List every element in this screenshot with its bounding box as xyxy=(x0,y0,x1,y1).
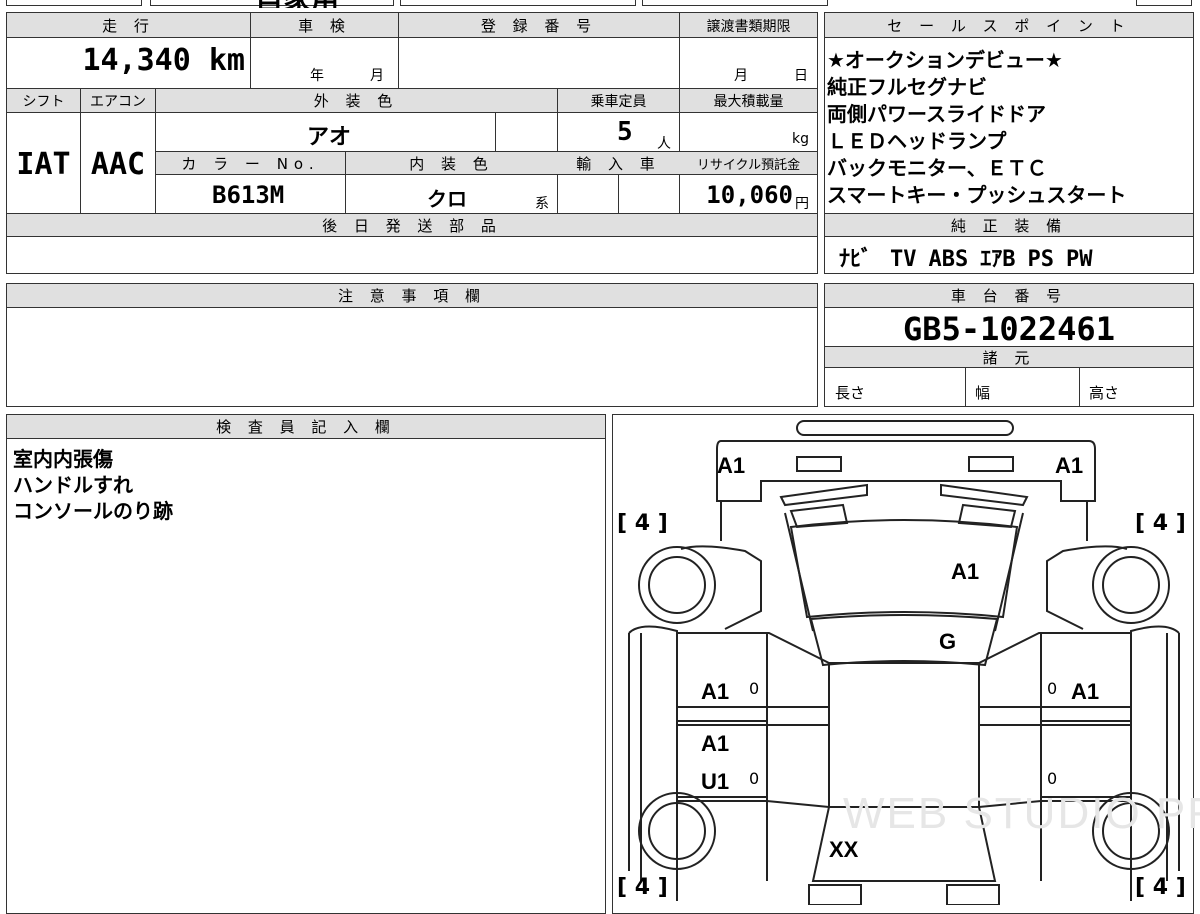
damage-front-left: A1 xyxy=(717,453,746,478)
zero-mark: 0 xyxy=(749,679,760,698)
tire-tread-value: 4 xyxy=(1152,511,1169,536)
max-load-unit: kg xyxy=(792,131,809,147)
equipment-label: 純 正 装 備 xyxy=(825,213,1193,237)
chassis-box: 車 台 番 号 GB5-1022461 諸 元 長さ 幅 高さ xyxy=(824,283,1194,407)
inspector-note-1: 室内内張傷 xyxy=(13,447,113,471)
registration-label: 登 録 番 号 xyxy=(398,13,679,38)
ac-value: AAC xyxy=(90,147,146,182)
inspector-box: 検 査 員 記 入 欄 室内内張傷 ハンドルすれ コンソールのり跡 xyxy=(6,414,606,914)
sales-point-2: 純正フルセグナビ xyxy=(827,75,987,99)
inspector-note-2: ハンドルすれ xyxy=(13,473,133,497)
recycle-fee-unit: 円 xyxy=(795,196,809,212)
tire-tread-value: 4 xyxy=(634,875,651,900)
interior-color-label: 内 装 色 xyxy=(409,154,494,173)
inspector-note-3: コンソールのり跡 xyxy=(13,499,173,523)
zero-mark: 0 xyxy=(1047,679,1058,698)
sales-points-box: セ ー ル ス ポ イ ン ト ★オークションデビュー★ 純正フルセグナビ 両側… xyxy=(824,12,1194,274)
damage-front-right: A1 xyxy=(1055,453,1084,478)
recycle-fee-value: 10,060 xyxy=(706,181,793,209)
interior-suffix: 系 xyxy=(535,196,549,212)
sales-point-5: バックモニター、ＥＴＣ xyxy=(827,156,1047,180)
shift-value: IAT xyxy=(16,147,71,182)
inspection-label: 車 検 xyxy=(250,13,398,38)
transfer-deadline-label: 譲渡書類期限 xyxy=(679,13,817,38)
chassis-label: 車 台 番 号 xyxy=(825,284,1193,308)
color-no-value: B613M xyxy=(212,181,285,209)
damage-rear-glass: XX xyxy=(829,837,859,862)
tire-tread-value: 4 xyxy=(634,511,651,536)
capacity-label: 乗車定員 xyxy=(590,94,647,110)
max-load-label: 最大積載量 xyxy=(713,94,784,110)
inspector-label: 検 査 員 記 入 欄 xyxy=(7,415,605,439)
chassis-number: GB5-1022461 xyxy=(903,310,1115,348)
capacity-unit: 人 xyxy=(657,136,671,152)
color-no-label: カ ラ ー No. xyxy=(181,154,320,173)
sales-point-1: ★オークションデビュー★ xyxy=(827,48,1063,72)
equipment-item: ﾅﾋﾞ xyxy=(839,247,873,272)
sales-point-4: ＬＥＤヘッドランプ xyxy=(827,129,1007,153)
zero-mark: 0 xyxy=(1047,769,1058,788)
mileage-value: 14,340 km xyxy=(82,43,245,78)
inspection-month-unit: 月 xyxy=(370,68,384,84)
sales-point-3: 両側パワースライドドア xyxy=(827,102,1046,126)
equipment-item: TV xyxy=(890,247,917,272)
equipment-item: ABS xyxy=(928,247,969,272)
damage-windshield: G xyxy=(939,629,957,654)
zero-mark: 0 xyxy=(749,769,760,788)
ac-label: エアコン xyxy=(90,94,146,110)
spec-height: 高さ xyxy=(1089,384,1120,402)
capacity-value: 5 xyxy=(617,117,633,147)
tire-tread-rear-right: [ 4 ] xyxy=(1135,875,1186,900)
equipment-item: PS xyxy=(1027,247,1055,272)
spec-length: 長さ xyxy=(835,384,866,402)
notes-box: 注 意 事 項 欄 xyxy=(6,283,818,407)
damage-hood: A1 xyxy=(951,559,980,584)
damage-rear-door-left-1: A1 xyxy=(701,731,730,756)
recycle-fee-label: リサイクル預託金 xyxy=(696,158,801,173)
interior-color-value: クロ xyxy=(427,187,467,211)
equipment-list: ﾅﾋﾞ TV ABS ｴｱB PS PW xyxy=(839,241,1093,273)
damage-rear-door-left-2: U1 xyxy=(701,769,730,794)
inspection-year-unit: 年 xyxy=(310,68,324,84)
car-diagram: WEB STUDIO PRO [ 4 ] [ 4 ] [ 4 ] [ 4 ] A… xyxy=(612,414,1200,914)
transfer-day-unit: 日 xyxy=(794,68,808,84)
exterior-color-label: 外 装 色 xyxy=(313,92,399,110)
shift-label: シフト xyxy=(22,94,65,110)
tire-tread-front-right: [ 4 ] xyxy=(1135,511,1186,536)
spec-width: 幅 xyxy=(975,384,991,402)
damage-front-door-left: A1 xyxy=(701,679,730,704)
later-parts-label: 後 日 発 送 部 品 xyxy=(7,213,817,237)
tire-tread-rear-left: [ 4 ] xyxy=(617,875,668,900)
top-strip: 自家用 xyxy=(0,0,1200,8)
watermark: WEB STUDIO PRO xyxy=(843,789,1200,838)
notes-label: 注 意 事 項 欄 xyxy=(7,284,817,308)
equipment-item: ｴｱB xyxy=(980,247,1016,272)
sales-points-label: セ ー ル ス ポ イ ン ト xyxy=(825,13,1193,38)
mileage-label: 走 行 xyxy=(102,17,155,35)
equipment-item: PW xyxy=(1066,247,1093,272)
exterior-color-value: アオ xyxy=(307,125,352,150)
transfer-month-unit: 月 xyxy=(734,68,748,84)
vehicle-info-table: 走 行 車 検 登 録 番 号 譲渡書類期限 14,340 km 年 月 月 日… xyxy=(6,12,818,274)
specs-label: 諸 元 xyxy=(825,346,1193,368)
tire-tread-front-left: [ 4 ] xyxy=(617,511,668,536)
tire-tread-value: 4 xyxy=(1152,875,1169,900)
damage-front-door-right: A1 xyxy=(1071,679,1100,704)
sales-point-6: スマートキー・プッシュスタート xyxy=(827,183,1127,207)
top-strip-text: 自家用 xyxy=(255,0,339,8)
import-label: 輸 入 車 xyxy=(576,154,661,173)
